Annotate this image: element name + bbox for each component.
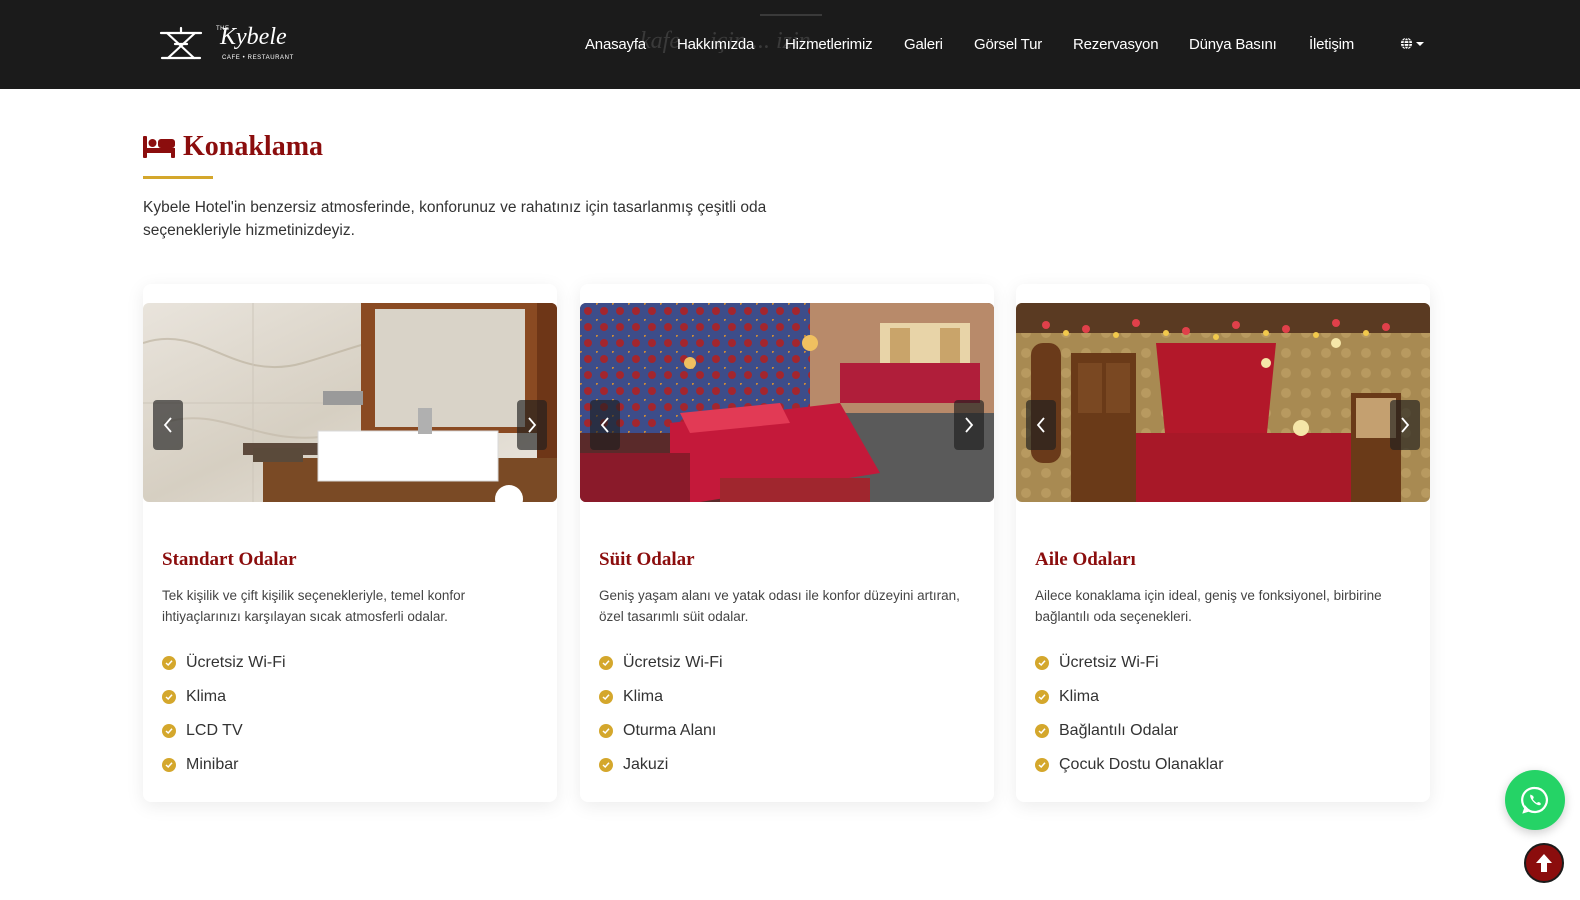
section-title: Konaklama — [183, 131, 324, 162]
chevron-left-icon — [600, 417, 609, 433]
language-dropdown[interactable] — [1400, 37, 1424, 50]
nav-hizmetlerimiz[interactable]: Hizmetlerimiz — [785, 36, 873, 53]
carousel-next-button[interactable] — [517, 400, 547, 450]
card-title: Aile Odaları — [1035, 549, 1136, 570]
whatsapp-icon — [1521, 786, 1548, 814]
family-room-photo — [1016, 303, 1430, 502]
card-description: Tek kişilik ve çift kişilik seçenekleriy… — [162, 588, 466, 624]
logo-subtitle: CAFE • RESTAURANT — [222, 55, 294, 61]
feature-label: Ücretsiz Wi-Fi — [1059, 654, 1159, 671]
feature-label: LCD TV — [186, 722, 243, 739]
feature-label: Ücretsiz Wi-Fi — [186, 654, 286, 671]
feature-item: Çocuk Dostu Olanaklar — [1035, 748, 1224, 782]
nav-iletisim[interactable]: İletişim — [1309, 36, 1354, 53]
feature-label: Çocuk Dostu Olanaklar — [1059, 756, 1224, 773]
feature-label: Klima — [623, 688, 664, 705]
check-circle-icon — [162, 724, 176, 738]
feature-list: Ücretsiz Wi-Fi Klima Bağlantılı Odalar Ç… — [1035, 646, 1224, 782]
carousel-next-button[interactable] — [954, 400, 984, 450]
feature-item: Ücretsiz Wi-Fi — [599, 646, 723, 680]
check-circle-icon — [1035, 690, 1049, 704]
feature-label: Bağlantılı Odalar — [1059, 722, 1179, 739]
site-header: kafe ... için ... izin ... THE Kybele CA… — [0, 0, 1580, 89]
title-underline — [143, 176, 213, 179]
chevron-left-icon — [163, 417, 172, 433]
section-heading: Konaklama — [143, 131, 323, 163]
feature-label: Jakuzi — [623, 756, 669, 773]
nav-dunya-basini[interactable]: Dünya Basını — [1189, 36, 1277, 53]
feature-item: Klima — [162, 680, 286, 714]
site-logo[interactable]: THE Kybele CAFE • RESTAURANT — [158, 22, 298, 66]
feature-item: Ücretsiz Wi-Fi — [1035, 646, 1224, 680]
check-circle-icon — [162, 656, 176, 670]
section-description: Kybele Hotel'in benzersiz atmosferinde, … — [143, 199, 767, 239]
check-circle-icon — [1035, 758, 1049, 772]
carousel-prev-button[interactable] — [590, 400, 620, 450]
feature-label: Oturma Alanı — [623, 722, 717, 739]
logo-wordmark: THE Kybele CAFE • RESTAURANT — [216, 22, 296, 66]
check-circle-icon — [599, 690, 613, 704]
room-image-carousel[interactable] — [143, 303, 557, 502]
feature-item: Klima — [599, 680, 723, 714]
check-circle-icon — [162, 690, 176, 704]
feature-label: Klima — [186, 688, 227, 705]
feature-label: Ücretsiz Wi-Fi — [623, 654, 723, 671]
nav-galeri[interactable]: Galeri — [904, 36, 943, 53]
chevron-down-icon — [1416, 41, 1424, 46]
feature-item: Klima — [1035, 680, 1224, 714]
nav-anasayfa[interactable]: Anasayfa — [585, 36, 646, 53]
card-title: Süit Odalar — [599, 549, 695, 570]
chevron-left-icon — [1036, 417, 1045, 433]
feature-item: LCD TV — [162, 714, 286, 748]
carousel-next-button[interactable] — [1390, 400, 1420, 450]
header-ghost-underline — [760, 14, 822, 16]
feature-label: Minibar — [186, 756, 239, 773]
feature-item: Minibar — [162, 748, 286, 782]
chevron-right-icon — [965, 417, 974, 433]
nav-gorsel-tur[interactable]: Görsel Tur — [974, 36, 1042, 53]
whatsapp-button[interactable] — [1505, 770, 1565, 830]
room-card-suit: Süit Odalar Geniş yaşam alanı ve yatak o… — [580, 284, 994, 802]
nav-rezervasyon[interactable]: Rezervasyon — [1073, 36, 1159, 53]
check-circle-icon — [599, 656, 613, 670]
card-title: Standart Odalar — [162, 549, 297, 570]
check-circle-icon — [1035, 724, 1049, 738]
feature-item: Jakuzi — [599, 748, 723, 782]
card-description: Ailece konaklama için ideal, geniş ve fo… — [1035, 588, 1382, 624]
check-circle-icon — [1035, 656, 1049, 670]
globe-icon — [1400, 37, 1413, 50]
chevron-right-icon — [528, 417, 537, 433]
scroll-to-top-button[interactable] — [1524, 843, 1564, 883]
feature-list: Ücretsiz Wi-Fi Klima Oturma Alanı Jakuzi — [599, 646, 723, 782]
card-description: Geniş yaşam alanı ve yatak odası ile kon… — [599, 588, 960, 624]
bathroom-photo — [143, 303, 557, 502]
bed-icon — [143, 136, 175, 158]
check-circle-icon — [599, 758, 613, 772]
room-image-carousel[interactable] — [1016, 303, 1430, 502]
room-card-aile: Aile Odaları Ailece konaklama için ideal… — [1016, 284, 1430, 802]
arrow-up-icon — [1536, 854, 1552, 872]
feature-label: Klima — [1059, 688, 1100, 705]
feature-item: Ücretsiz Wi-Fi — [162, 646, 286, 680]
check-circle-icon — [162, 758, 176, 772]
logo-mark-icon — [159, 26, 203, 60]
room-image-carousel[interactable] — [580, 303, 994, 502]
feature-item: Bağlantılı Odalar — [1035, 714, 1224, 748]
feature-item: Oturma Alanı — [599, 714, 723, 748]
room-card-standart: Standart Odalar Tek kişilik ve çift kişi… — [143, 284, 557, 802]
chevron-right-icon — [1401, 417, 1410, 433]
carousel-prev-button[interactable] — [153, 400, 183, 450]
logo-name: Kybele — [220, 24, 287, 50]
feature-list: Ücretsiz Wi-Fi Klima LCD TV Minibar — [162, 646, 286, 782]
check-circle-icon — [599, 724, 613, 738]
nav-hakkimizda[interactable]: Hakkımızda — [677, 36, 754, 53]
carousel-prev-button[interactable] — [1026, 400, 1056, 450]
suite-room-photo — [580, 303, 994, 502]
